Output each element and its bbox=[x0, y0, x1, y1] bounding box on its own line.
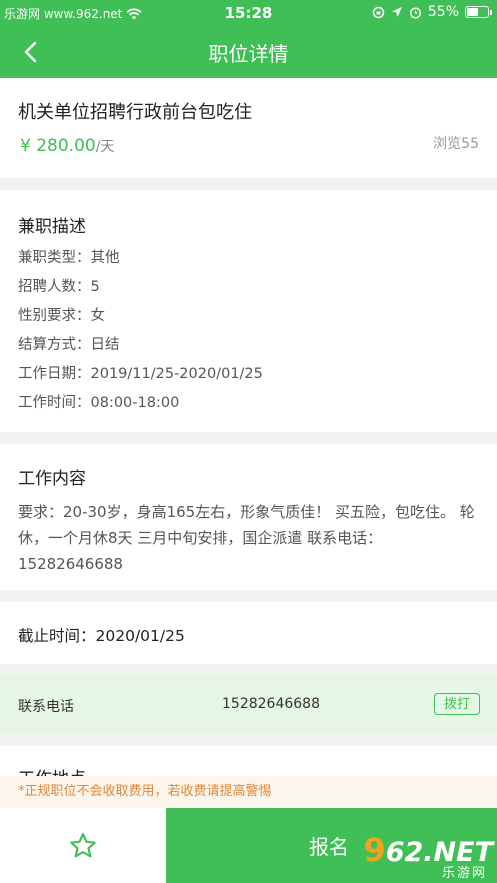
page-title: 职位详情 bbox=[208, 42, 289, 66]
status-right: 55% bbox=[372, 4, 492, 20]
price-amount: ¥ 280.00 bbox=[20, 136, 96, 156]
nav-bar: 职位详情 bbox=[0, 26, 497, 78]
work-content-heading: 工作内容 bbox=[18, 469, 86, 489]
price-unit: /天 bbox=[95, 139, 115, 155]
battery-icon bbox=[465, 6, 492, 18]
deadline-text: 截止时间：2020/01/25 bbox=[18, 627, 185, 645]
contact-phone: 15282646688 bbox=[222, 696, 320, 712]
fee-warning: *正规职位不会收取费用，若收费请提高警惕 bbox=[0, 776, 497, 808]
contact-row: 联系电话 15282646688 拨打 bbox=[0, 674, 497, 734]
watermark-logo-nine: 9 bbox=[363, 831, 386, 869]
battery-percent: 55% bbox=[427, 4, 459, 20]
job-title: 机关单位招聘行政前台包吃住 bbox=[18, 102, 252, 123]
work-content-text: 要求：20-30岁，身高165左右，形象气质佳！ 买五险，包吃住。 轮休，一个月… bbox=[18, 503, 475, 573]
favorite-button[interactable] bbox=[0, 808, 166, 883]
info-item-type: 兼职类型：其他 bbox=[18, 250, 120, 266]
job-header: 机关单位招聘行政前台包吃住 ¥ 280.00/天 浏览55 bbox=[0, 78, 497, 178]
alarm-icon bbox=[409, 6, 421, 19]
description-heading: 兼职描述 bbox=[18, 217, 86, 237]
watermark-logo: 962.NET 乐游网 bbox=[361, 831, 493, 881]
description-list: 兼职类型：其他 招聘人数：5 性别要求：女 结算方式：日结 工作日期：2019/… bbox=[18, 248, 263, 422]
watermark-sub: 乐游网 bbox=[441, 866, 487, 881]
call-button[interactable]: 拨打 bbox=[434, 693, 480, 715]
info-item-gender: 性别要求：女 bbox=[18, 308, 105, 324]
bottom-bar: 报名 962.NET 乐游网 bbox=[0, 808, 497, 883]
info-item-headcount: 招聘人数：5 bbox=[18, 279, 100, 295]
info-item-work-dates: 工作日期：2019/11/25-2020/01/25 bbox=[18, 366, 263, 382]
location-arrow-icon bbox=[391, 7, 402, 17]
status-bar: 乐游网 www.962.net 15:28 55% bbox=[0, 0, 497, 26]
view-count: 浏览55 bbox=[433, 136, 479, 152]
contact-label: 联系电话 bbox=[18, 699, 74, 715]
location-section: 工作地点 bbox=[0, 746, 497, 776]
info-item-work-hours: 工作时间：08:00-18:00 bbox=[18, 395, 180, 411]
job-price: ¥ 280.00/天 bbox=[20, 136, 114, 156]
battery-level bbox=[467, 8, 478, 16]
location-heading: 工作地点 bbox=[18, 764, 86, 776]
deadline-section: 截止时间：2020/01/25 bbox=[0, 602, 497, 664]
star-icon bbox=[70, 832, 96, 857]
job-description: 兼职描述 兼职类型：其他 招聘人数：5 性别要求：女 结算方式：日结 工作日期：… bbox=[0, 190, 497, 432]
info-item-settlement: 结算方式：日结 bbox=[18, 337, 120, 353]
work-content: 工作内容 要求：20-30岁，身高165左右，形象气质佳！ 买五险，包吃住。 轮… bbox=[0, 444, 497, 590]
rotation-lock-icon bbox=[372, 6, 385, 18]
